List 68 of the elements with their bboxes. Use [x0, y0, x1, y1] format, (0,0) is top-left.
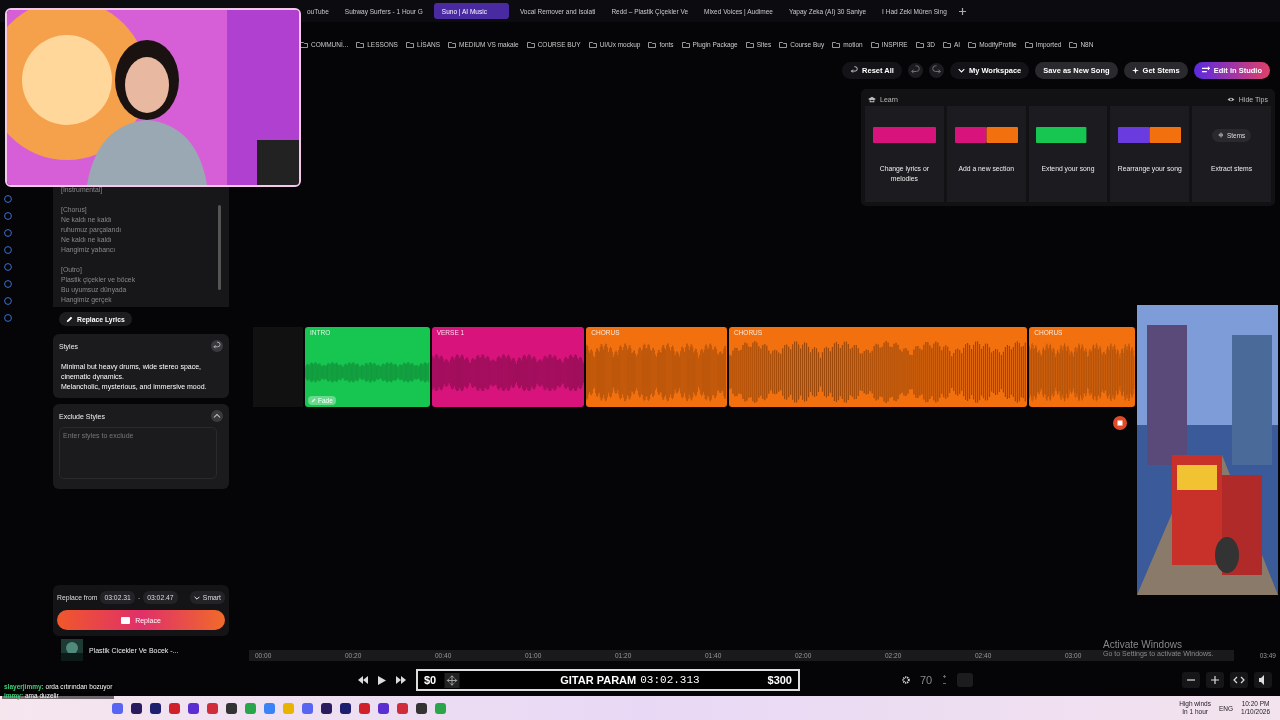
sidebar-icon[interactable] — [4, 212, 12, 220]
song-name: GITAR PARAM — [560, 674, 637, 686]
folder-icon — [1024, 40, 1033, 48]
new-tab-icon[interactable] — [957, 6, 967, 16]
stop-icon — [121, 616, 131, 624]
folder-icon — [915, 40, 924, 48]
sidebar-icon[interactable] — [4, 229, 12, 237]
folder-icon — [405, 40, 414, 48]
taskbar-app-icon[interactable] — [416, 702, 427, 714]
forward-icon[interactable] — [396, 676, 406, 684]
pencil-icon — [66, 315, 73, 323]
zoom-in-button[interactable] — [1206, 672, 1224, 688]
folder-icon — [943, 40, 951, 48]
record-icon[interactable] — [1113, 416, 1127, 430]
section-bar-drawing — [954, 127, 1018, 143]
scrollbar[interactable] — [218, 205, 221, 290]
folder-icon — [356, 40, 365, 48]
undo-icon[interactable] — [907, 62, 923, 78]
playback-time: 03:02.313 — [640, 674, 700, 686]
eye-icon — [1226, 95, 1235, 103]
taskbar-app-icon[interactable] — [321, 702, 332, 714]
folder-icon — [588, 40, 597, 48]
folder-icon — [448, 40, 457, 48]
settings-icon[interactable] — [902, 676, 910, 684]
sidebar-icon[interactable] — [4, 280, 12, 288]
zoom-out-button[interactable] — [1182, 672, 1200, 688]
reset-icon[interactable] — [211, 340, 223, 352]
expand-icon[interactable] — [1230, 672, 1248, 688]
chevron-down-icon — [957, 66, 965, 74]
amount-label: $300 — [767, 674, 792, 686]
sliders-icon — [1201, 66, 1210, 74]
section-bar-drawing — [1118, 127, 1182, 143]
sidebar-icon[interactable] — [4, 195, 12, 203]
folder-icon — [870, 40, 879, 48]
taskbar-app-icon[interactable] — [340, 702, 351, 714]
reset-icon — [850, 66, 859, 74]
taskbar-app-icon[interactable] — [131, 702, 142, 714]
folder-icon — [832, 40, 841, 48]
graduation-cap-icon — [868, 95, 876, 103]
amount-label: $0 — [424, 674, 437, 686]
folder-icon — [779, 40, 788, 48]
volume-icon[interactable] — [1254, 672, 1272, 688]
sidebar-icon[interactable] — [4, 246, 12, 254]
move-icon — [444, 672, 461, 688]
taskbar-app-icon[interactable] — [150, 702, 161, 714]
folder-icon — [526, 40, 535, 48]
rewind-icon[interactable] — [358, 676, 368, 684]
folder-icon — [300, 40, 308, 48]
folder-icon — [968, 40, 977, 48]
sidebar-icon[interactable] — [4, 297, 12, 305]
taskbar-app-icon[interactable] — [226, 702, 237, 714]
folder-icon — [648, 40, 657, 48]
folder-icon — [1069, 40, 1078, 48]
pencil-icon — [311, 398, 316, 403]
redo-icon[interactable] — [928, 62, 944, 78]
sidebar-icon[interactable] — [4, 314, 12, 322]
folder-icon — [681, 40, 690, 48]
chevron-down-icon — [193, 594, 200, 601]
folder-icon — [745, 40, 754, 48]
activation-title: Activate Windows — [1103, 639, 1183, 650]
section-bar-drawing — [872, 127, 936, 143]
play-icon[interactable] — [378, 675, 386, 685]
collapse-icon[interactable] — [211, 410, 223, 422]
taskbar-app-icon[interactable] — [378, 702, 389, 714]
sidebar-icon[interactable] — [4, 263, 12, 271]
stepper-icon[interactable] — [942, 675, 948, 685]
zoom-value[interactable]: 70 — [920, 674, 933, 686]
taskbar-app-icon[interactable] — [188, 702, 199, 714]
